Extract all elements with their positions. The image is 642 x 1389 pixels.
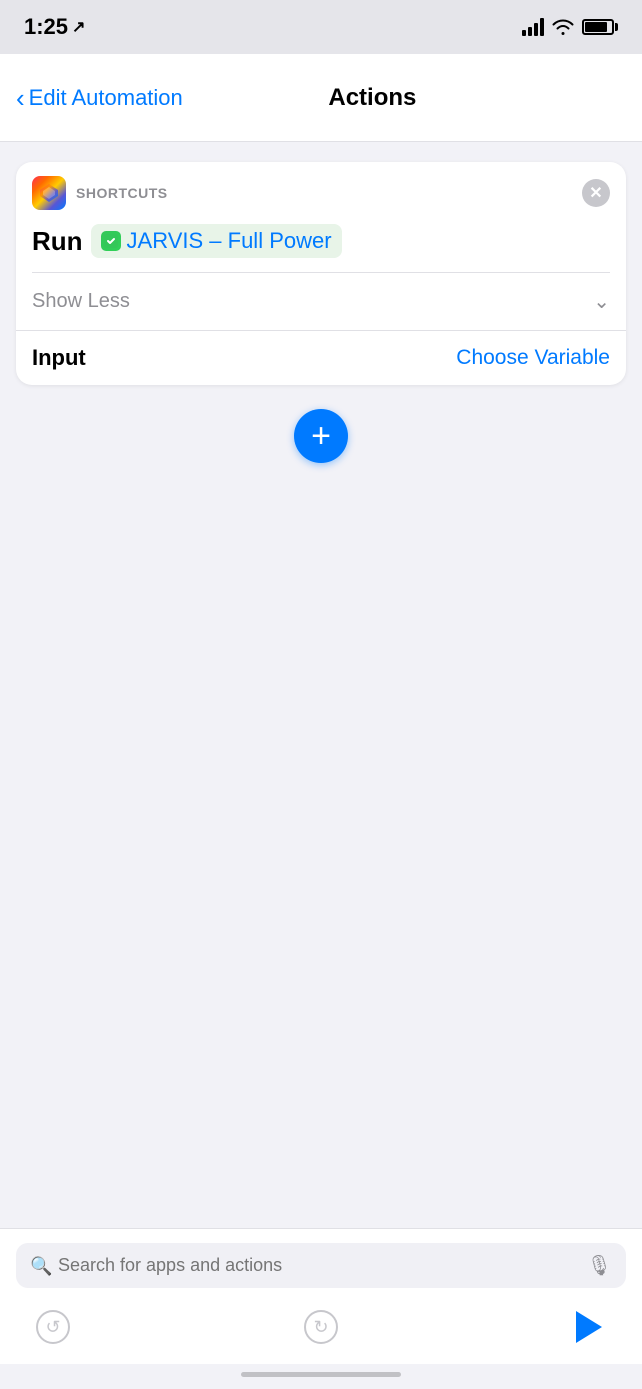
redo-icon: ↻	[304, 1310, 338, 1344]
home-bar	[241, 1372, 401, 1377]
battery-icon	[582, 19, 618, 35]
undo-button[interactable]: ↺	[32, 1306, 74, 1348]
back-button[interactable]: ‹ Edit Automation	[16, 85, 183, 111]
close-button[interactable]: ✕	[582, 179, 610, 207]
back-label: Edit Automation	[29, 85, 183, 111]
shortcuts-label: SHORTCUTS	[76, 185, 168, 201]
search-input[interactable]	[58, 1255, 579, 1276]
back-chevron-icon: ‹	[16, 85, 25, 111]
plus-icon: +	[311, 419, 331, 453]
card-header-left: SHORTCUTS	[32, 176, 168, 210]
play-button[interactable]	[568, 1306, 610, 1348]
add-action-button[interactable]: +	[294, 409, 348, 463]
show-less-label: Show Less	[32, 290, 130, 313]
input-label: Input	[32, 345, 86, 371]
nav-bar: ‹ Edit Automation Actions	[0, 54, 642, 142]
page-title: Actions	[199, 84, 546, 112]
action-card: SHORTCUTS ✕ Run JARVIS – Full Power	[16, 162, 626, 385]
time-text: 1:25	[24, 14, 68, 40]
main-content: SHORTCUTS ✕ Run JARVIS – Full Power	[0, 142, 642, 1228]
card-header: SHORTCUTS ✕	[16, 162, 626, 220]
home-indicator	[0, 1364, 642, 1389]
shortcut-name: JARVIS – Full Power	[127, 228, 332, 254]
bottom-area: 🔍 🎙 ↺ ↻	[0, 1228, 642, 1364]
shortcut-badge[interactable]: JARVIS – Full Power	[91, 224, 342, 258]
shortcut-badge-icon	[101, 231, 121, 251]
bottom-toolbar: ↺ ↻	[16, 1302, 626, 1354]
status-time: 1:25 ↗	[24, 14, 85, 40]
chevron-down-icon: ⌄	[593, 289, 610, 314]
run-label: Run	[32, 226, 83, 257]
redo-button[interactable]: ↻	[300, 1306, 342, 1348]
wifi-icon	[552, 19, 574, 35]
add-button-container: +	[294, 409, 348, 463]
search-icon: 🔍	[30, 1256, 50, 1276]
status-icons	[522, 18, 618, 36]
input-row: Input Choose Variable	[16, 330, 626, 385]
run-row: Run JARVIS – Full Power	[16, 220, 626, 272]
undo-icon: ↺	[36, 1310, 70, 1344]
close-icon: ✕	[589, 183, 602, 203]
signal-icon	[522, 18, 544, 36]
location-arrow-icon: ↗	[72, 17, 85, 37]
microphone-icon[interactable]: 🎙	[587, 1253, 612, 1278]
choose-variable-button[interactable]: Choose Variable	[456, 346, 610, 370]
shortcuts-app-icon	[32, 176, 66, 210]
show-less-row[interactable]: Show Less ⌄	[16, 273, 626, 330]
play-icon	[576, 1311, 602, 1343]
status-bar: 1:25 ↗	[0, 0, 642, 54]
search-bar: 🔍 🎙	[16, 1243, 626, 1288]
